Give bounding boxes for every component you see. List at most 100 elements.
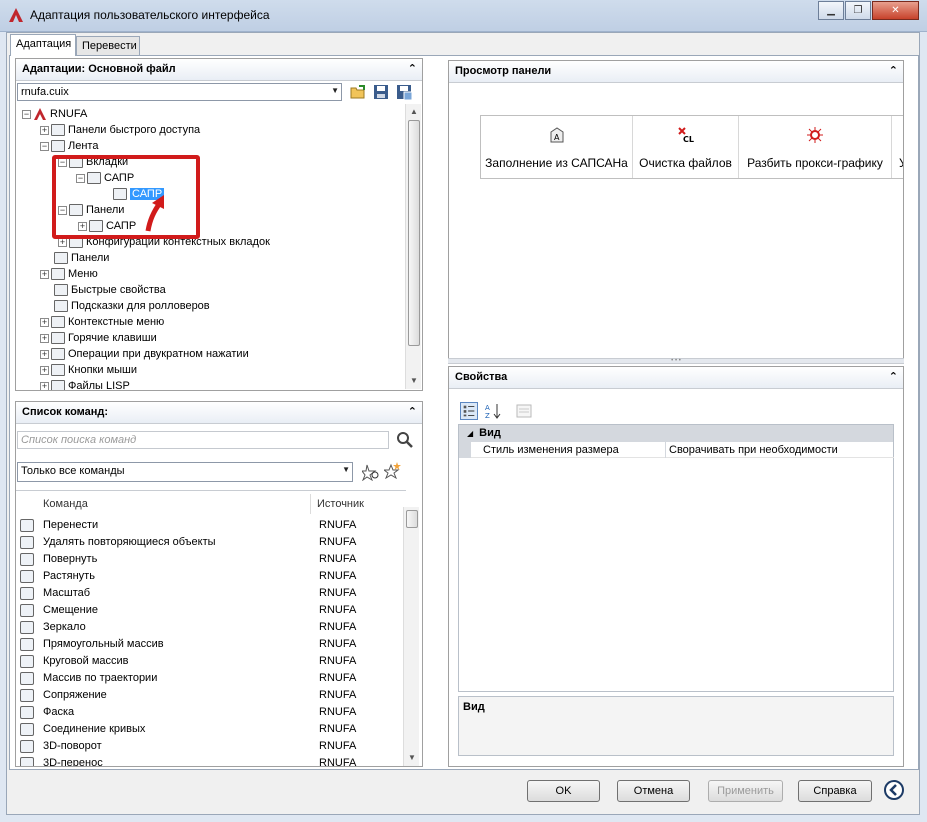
command-row[interactable]: Растянуть RNUFA (16, 568, 406, 585)
expand-node-icon[interactable]: + (40, 317, 49, 327)
svg-text:Z: Z (485, 412, 490, 420)
command-row[interactable]: 3D-поворот RNUFA (16, 738, 406, 755)
expand-node-icon[interactable]: + (40, 333, 49, 343)
toolbar-icon (51, 124, 65, 137)
command-row[interactable]: 3D-перенос RNUFA (16, 755, 406, 766)
ribbon-button-purge[interactable]: CL Очистка файлов (633, 116, 739, 178)
save-as-icon[interactable] (395, 83, 413, 101)
category-label: Вид (479, 427, 501, 439)
tree-item-lisp[interactable]: + Файлы LISP (40, 378, 130, 390)
command-name: Масштаб (43, 587, 91, 599)
tree-item-context-menus[interactable]: + Контекстные меню (40, 314, 164, 330)
scroll-thumb[interactable] (408, 120, 420, 346)
command-row[interactable]: Зеркало RNUFA (16, 619, 406, 636)
command-row[interactable]: Масштаб RNUFA (16, 585, 406, 602)
tree-item-mouse-buttons[interactable]: + Кнопки мыши (40, 362, 137, 378)
expand-node-icon[interactable]: + (40, 365, 49, 375)
command-name: Прямоугольный массив (43, 638, 164, 650)
command-row[interactable]: Удалять повторяющиеся объекты RNUFA (16, 534, 406, 551)
minimize-button[interactable]: ▁ (818, 1, 844, 20)
command-name: Перенести (43, 519, 99, 531)
tree-item-ribbon[interactable]: − Лента (40, 138, 98, 154)
menu-icon (51, 268, 65, 281)
command-row[interactable]: Круговой массив RNUFA (16, 653, 406, 670)
tab-customize[interactable]: Адаптация (10, 34, 76, 56)
column-header-source[interactable]: Источник (317, 498, 364, 510)
tree-item-rollover[interactable]: Подсказки для ролловеров (54, 298, 210, 314)
tree-item-toolbars[interactable]: Панели (54, 250, 109, 266)
close-button[interactable]: ✕ (872, 1, 919, 20)
scale-icon (20, 587, 34, 600)
sapsan-fill-icon: A (550, 127, 563, 143)
command-row[interactable]: Соединение кривых RNUFA (16, 721, 406, 738)
folder-icon (51, 140, 65, 153)
command-row[interactable]: Прямоугольный массив RNUFA (16, 636, 406, 653)
splitter-handle[interactable]: • • • (448, 358, 904, 364)
command-row[interactable]: Перенести RNUFA (16, 517, 406, 534)
command-row[interactable]: Смещение RNUFA (16, 602, 406, 619)
collapse-icon[interactable]: ⌃ (408, 405, 417, 418)
search-icon[interactable] (396, 431, 414, 449)
expand-node-icon[interactable]: + (40, 269, 49, 279)
ok-button[interactable]: OK (527, 780, 600, 802)
collapse-node-icon[interactable]: − (40, 141, 49, 151)
tree-item-double-click[interactable]: + Операции при двукратном нажатии (40, 346, 249, 362)
scroll-up-icon[interactable]: ▲ (406, 104, 422, 120)
new-command-icon[interactable] (384, 461, 402, 479)
purge-files-icon: CL (677, 127, 693, 144)
collapse-panes-icon[interactable] (883, 779, 905, 801)
sort-alphabetical-icon[interactable]: AZ (484, 402, 502, 420)
customizations-header: Адаптации: Основной файл ⌃ (16, 59, 422, 81)
open-file-icon[interactable] (349, 83, 367, 101)
property-row[interactable]: Стиль изменения размера Сворачивать при … (459, 442, 894, 458)
property-value[interactable]: Сворачивать при необходимости (669, 442, 838, 458)
expand-node-icon[interactable]: + (40, 125, 49, 135)
command-search-input[interactable]: Список поиска команд (17, 431, 389, 449)
categorized-view-icon[interactable] (460, 402, 478, 420)
tree-scrollbar[interactable]: ▲ ▼ (405, 104, 421, 389)
command-row[interactable]: Фаска RNUFA (16, 704, 406, 721)
collapse-icon[interactable]: ⌃ (889, 370, 898, 383)
ribbon-button-label: У (899, 156, 903, 170)
command-row[interactable]: Массив по траектории RNUFA (16, 670, 406, 687)
scroll-down-icon[interactable]: ▼ (404, 750, 420, 766)
command-row[interactable]: Сопряжение RNUFA (16, 687, 406, 704)
expand-node-icon[interactable]: + (40, 349, 49, 359)
cancel-button[interactable]: Отмена (617, 780, 690, 802)
ribbon-button-fill[interactable]: A Заполнение из САПСАНа (481, 116, 633, 178)
property-category[interactable]: ◢ Вид (459, 425, 893, 442)
find-command-icon[interactable] (362, 463, 380, 481)
ribbon-button-clipped[interactable]: У (892, 116, 903, 178)
collapse-icon[interactable]: ⌃ (889, 64, 898, 77)
highlight-annotation-box (52, 155, 200, 239)
search-placeholder: Список поиска команд (21, 434, 137, 446)
ribbon-button-explode-proxy[interactable]: Разбить прокси-графику (739, 116, 892, 178)
collapse-node-icon[interactable]: − (22, 109, 31, 119)
command-name: Повернуть (43, 553, 98, 565)
tree-label: Контекстные меню (68, 316, 165, 328)
scroll-thumb[interactable] (406, 510, 418, 528)
expand-node-icon[interactable]: + (40, 381, 49, 390)
tree-item-root[interactable]: − RNUFA (22, 106, 87, 122)
file-select[interactable]: rnufa.cuix ▼ (17, 83, 342, 101)
tree-item-menus[interactable]: + Меню (40, 266, 98, 282)
collapse-category-icon[interactable]: ◢ (467, 429, 473, 438)
command-row[interactable]: Повернуть RNUFA (16, 551, 406, 568)
help-button[interactable]: Справка (798, 780, 872, 802)
collapse-icon[interactable]: ⌃ (408, 62, 417, 75)
command-filter-select[interactable]: Только все команды ▼ (17, 462, 353, 482)
tree-item-quick-props[interactable]: Быстрые свойства (54, 282, 166, 298)
scroll-down-icon[interactable]: ▼ (406, 373, 422, 389)
tab-transfer[interactable]: Перевести (76, 36, 140, 56)
app-logo-icon (9, 8, 23, 22)
lisp-file-icon (51, 380, 65, 390)
tree-label: Подсказки для ролловеров (71, 300, 210, 312)
tree-item-hotkeys[interactable]: + Горячие клавиши (40, 330, 157, 346)
apply-button[interactable]: Применить (708, 780, 783, 802)
properties-title: Свойства (455, 371, 508, 383)
command-scrollbar[interactable]: ▼ (403, 507, 419, 766)
column-header-command[interactable]: Команда (43, 498, 88, 510)
restore-button[interactable]: ❐ (845, 1, 871, 20)
save-icon[interactable] (372, 83, 390, 101)
tree-item-qat[interactable]: + Панели быстрого доступа (40, 122, 200, 138)
